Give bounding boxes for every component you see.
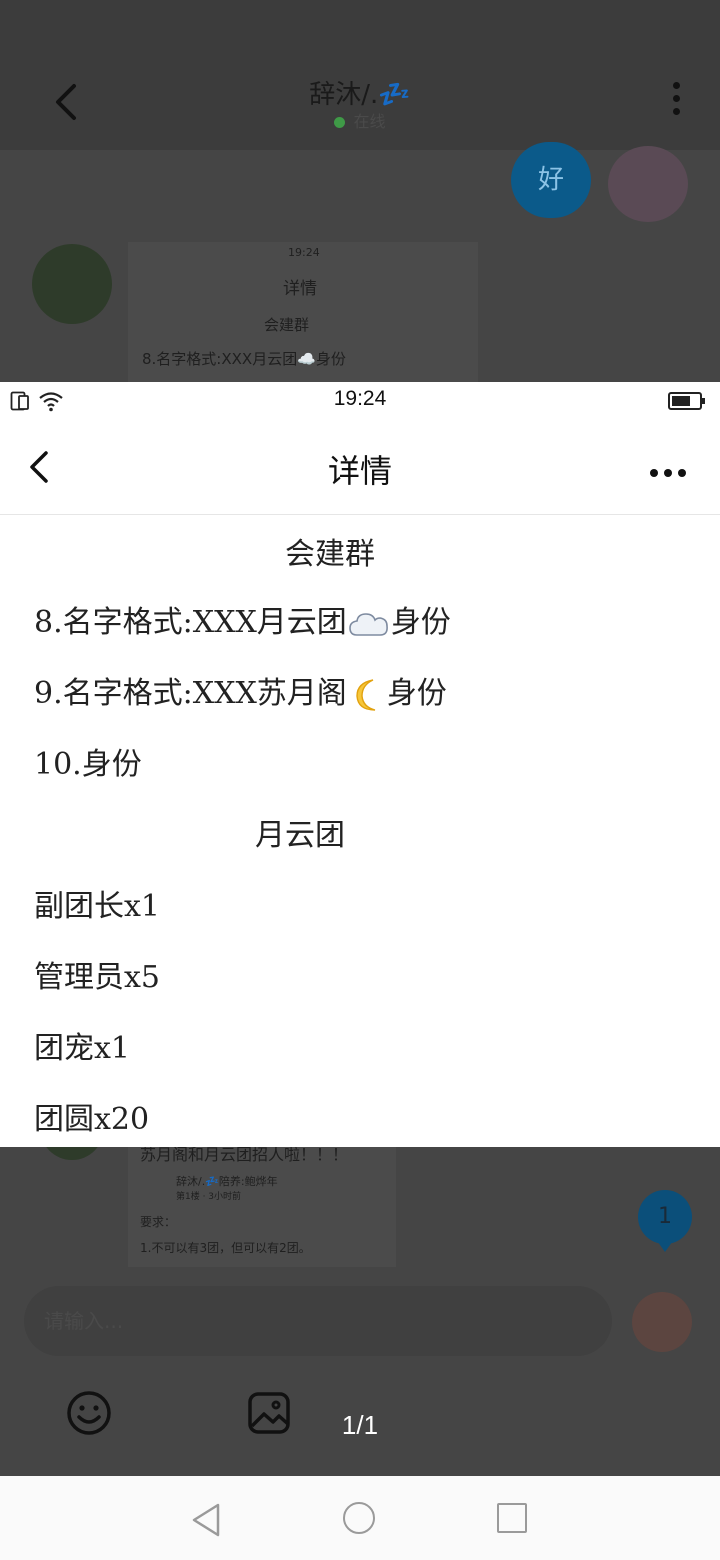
- system-nav-bar: [0, 1476, 720, 1560]
- role-line: 副团长x1: [34, 889, 161, 924]
- nav-back-triangle-icon[interactable]: [190, 1502, 222, 1538]
- battery-icon: [668, 392, 705, 410]
- card-body: 1.不可以有3团，但可以有2团。: [140, 1241, 311, 1255]
- role-line: 团圆x20: [34, 1102, 150, 1137]
- nav-recents-square-icon[interactable]: [497, 1503, 527, 1533]
- chat-title: 辞沐/.💤: [309, 80, 411, 110]
- cloud-icon: [349, 613, 388, 636]
- text-line-8-prefix: 8.名字格式:XXX月云团: [34, 605, 347, 640]
- text-line-8-suffix: 身份: [390, 605, 451, 640]
- unread-badge[interactable]: 1: [638, 1190, 692, 1244]
- text-line-9-prefix: 9.名字格式:XXX苏月阁: [34, 676, 347, 711]
- more-dots-icon[interactable]: [650, 462, 694, 477]
- status-bar: 19:24: [0, 382, 720, 418]
- card-line: 8.名字格式:XXX月云团☁️身份: [142, 350, 346, 368]
- nav-home-circle-icon[interactable]: [343, 1502, 375, 1534]
- text-line-8: 8.名字格式:XXX月云团 身份: [34, 597, 451, 641]
- message-input[interactable]: 请输入...: [24, 1286, 612, 1356]
- online-dot-icon: [334, 117, 346, 128]
- online-status-label: 在线: [353, 112, 386, 131]
- card-time: 19:24: [288, 246, 320, 259]
- post-share-card[interactable]: 苏月阁和月云团招人啦！！！ 辞沐/.💤陪养:鲍烨年 第1楼 · 3小时前 要求：…: [128, 1145, 396, 1267]
- section-heading: 月云团: [255, 818, 345, 853]
- message-bubble: 好: [511, 142, 591, 218]
- role-line: 团宠x1: [34, 1031, 131, 1066]
- avatar[interactable]: [608, 146, 688, 222]
- section-heading: 会建群: [285, 537, 375, 572]
- card-meta: 第1楼 · 3小时前: [176, 1192, 242, 1202]
- page-counter: 1/1: [341, 1410, 379, 1440]
- chat-header: 辞沐/.💤 在线: [0, 0, 720, 150]
- crescent-moon-icon: [356, 679, 375, 711]
- chat-more-icon[interactable]: [664, 82, 688, 122]
- avatar[interactable]: [32, 244, 112, 324]
- unread-badge-tail: [655, 1238, 675, 1252]
- page-title: 详情: [327, 452, 392, 490]
- image-message-card[interactable]: 19:24 详情 会建群 8.名字格式:XXX月云团☁️身份: [128, 242, 478, 382]
- online-status: 在线: [0, 108, 720, 132]
- text-line-9: 9.名字格式:XXX苏月阁 身份: [34, 668, 447, 713]
- text-line-9-suffix: 身份: [386, 676, 447, 711]
- card-heading: 会建群: [264, 316, 310, 334]
- card-title: 详情: [283, 279, 317, 299]
- send-button[interactable]: [632, 1292, 692, 1352]
- card-body: 要求：: [140, 1215, 177, 1229]
- card-author: 辞沐/.💤陪养:鲍烨年: [176, 1175, 278, 1188]
- status-time: 19:24: [333, 387, 387, 410]
- text-line-10: 10.身份: [34, 747, 142, 782]
- preview-nav-bar: 详情: [0, 418, 720, 515]
- screenshot-preview[interactable]: 19:24 详情 会建群 8.名字格式:XXX月云团 身份 9.名字格式:XXX…: [0, 382, 720, 1147]
- role-line: 管理员x5: [34, 960, 161, 995]
